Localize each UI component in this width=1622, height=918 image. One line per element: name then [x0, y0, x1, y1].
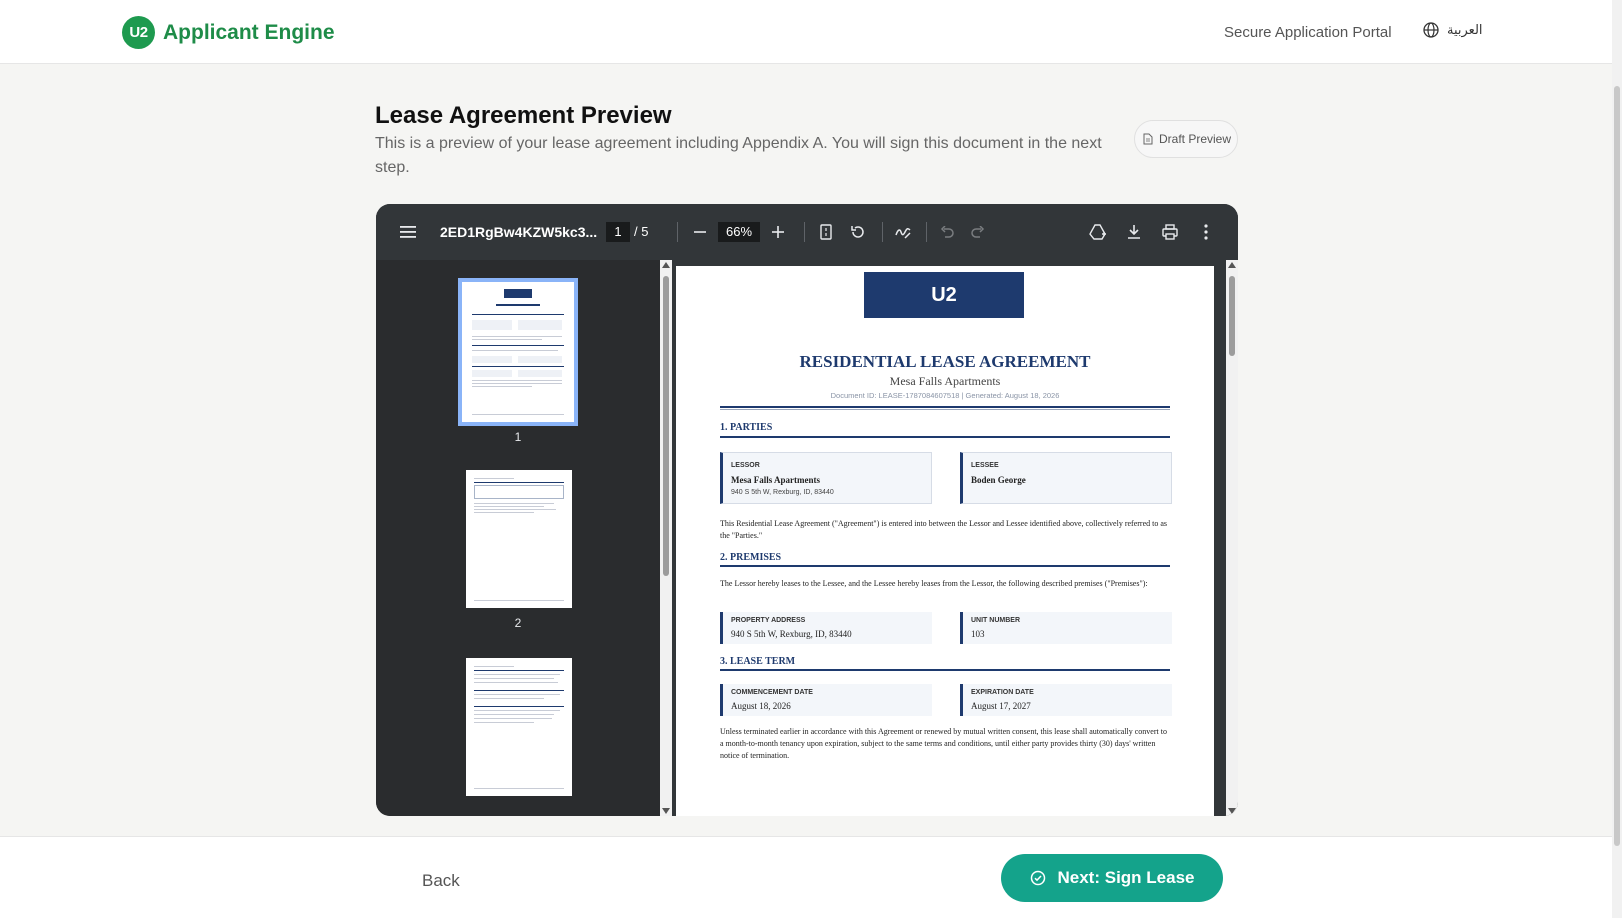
pdf-viewer: 2ED1RgBw4KZW5kc3... 1 / 5 66% 1 2 U2 RES… [376, 204, 1238, 816]
app-header: U2 Applicant Engine Secure Application P… [0, 0, 1612, 64]
back-button[interactable]: Back [422, 871, 460, 891]
unit-number-box: UNIT NUMBER 103 [960, 612, 1172, 644]
commencement-value: August 18, 2026 [731, 701, 791, 711]
document-id-line: Document ID: LEASE-1787084607518 | Gener… [830, 391, 1060, 400]
redo-icon[interactable] [966, 220, 990, 244]
thumbnail-page-3[interactable] [466, 658, 572, 796]
app-name: Applicant Engine [163, 20, 335, 44]
toolbar-divider [804, 222, 805, 242]
footer-action-bar: Back Next: Sign Lease [0, 836, 1612, 918]
lessor-address: 940 S 5th W, Rexburg, ID, 83440 [731, 489, 834, 496]
title-rule [720, 406, 1170, 408]
draft-preview-label: Draft Preview [1159, 131, 1232, 146]
menu-icon[interactable] [396, 220, 420, 244]
page-subtitle: This is a preview of your lease agreemen… [375, 135, 1102, 176]
scroll-down-arrow-icon[interactable] [662, 808, 670, 814]
property-address-label: PROPERTY ADDRESS [731, 617, 806, 624]
thumbnail-label: 1 [514, 430, 522, 444]
section-heading-premises: 2. PREMISES [720, 552, 782, 563]
thumbnail-scrollbar[interactable] [660, 260, 672, 816]
download-icon[interactable] [1122, 220, 1146, 244]
draft-preview-badge: Draft Preview [1134, 120, 1238, 158]
pdf-toolbar: 2ED1RgBw4KZW5kc3... 1 / 5 66% [376, 204, 1238, 260]
zoom-out-icon[interactable] [688, 220, 712, 244]
zoom-in-icon[interactable] [766, 220, 790, 244]
toolbar-divider [926, 222, 927, 242]
document-logo: U2 [864, 272, 1024, 318]
page-scrollbar[interactable] [1612, 0, 1622, 918]
scroll-up-arrow-icon[interactable] [662, 262, 670, 268]
parties-paragraph: This Residential Lease Agreement ("Agree… [720, 519, 1168, 540]
language-label: العربية [1447, 22, 1483, 37]
thumbnail-page-2[interactable] [466, 470, 572, 608]
page-title: Lease Agreement Preview [375, 102, 672, 129]
check-circle-icon [1030, 870, 1045, 886]
document-property-name: Mesa Falls Apartments [889, 374, 1001, 388]
lessee-label: LESSEE [971, 462, 999, 469]
document-page: U2 RESIDENTIAL LEASE AGREEMENT Mesa Fall… [676, 266, 1214, 816]
pdf-filename: 2ED1RgBw4KZW5kc3... [440, 224, 598, 240]
lessor-name: Mesa Falls Apartments [731, 475, 820, 485]
more-options-icon[interactable] [1194, 220, 1218, 244]
lessee-box: LESSEE Boden George [960, 452, 1172, 504]
title-rule-thin [720, 409, 1170, 410]
document-canvas: U2 RESIDENTIAL LEASE AGREEMENT Mesa Fall… [672, 260, 1226, 816]
document-title: RESIDENTIAL LEASE AGREEMENT [799, 352, 1091, 371]
annotate-icon[interactable] [891, 220, 915, 244]
next-sign-lease-button[interactable]: Next: Sign Lease [1001, 854, 1223, 902]
commencement-label: COMMENCEMENT DATE [731, 689, 813, 696]
page-number-input[interactable]: 1 [606, 222, 630, 242]
section-heading-parties: 1. PARTIES [720, 422, 773, 433]
thumbnail-sidebar: 1 2 [376, 260, 660, 816]
document-scrollbar-thumb[interactable] [1229, 276, 1235, 356]
thumbnail-label: 2 [514, 616, 522, 630]
undo-icon[interactable] [935, 220, 959, 244]
scroll-down-arrow-icon[interactable] [1228, 808, 1236, 814]
unit-number-label: UNIT NUMBER [971, 617, 1020, 624]
logo-mark: U2 [122, 16, 155, 49]
lessee-name: Boden George [971, 475, 1026, 485]
print-icon[interactable] [1158, 220, 1182, 244]
premises-paragraph: The Lessor hereby leases to the Lessee, … [720, 579, 1148, 588]
commencement-box: COMMENCEMENT DATE August 18, 2026 [720, 684, 932, 716]
thumbnail-page-1[interactable] [458, 278, 578, 426]
property-address-box: PROPERTY ADDRESS 940 S 5th W, Rexburg, I… [720, 612, 932, 644]
expiration-box: EXPIRATION DATE August 17, 2027 [960, 684, 1172, 716]
section-heading-lease-term: 3. LEASE TERM [720, 656, 796, 667]
property-address-value: 940 S 5th W, Rexburg, ID, 83440 [731, 629, 852, 639]
language-switcher[interactable]: العربية [1423, 22, 1483, 38]
page-count: / 5 [634, 224, 649, 239]
next-sign-lease-label: Next: Sign Lease [1057, 868, 1195, 887]
thumbnail-scrollbar-thumb[interactable] [663, 276, 669, 576]
logo[interactable]: U2 Applicant Engine [122, 16, 335, 49]
page-scrollbar-thumb[interactable] [1614, 86, 1620, 846]
drive-save-icon[interactable] [1086, 220, 1110, 244]
zoom-level-input[interactable]: 66% [718, 222, 760, 242]
portal-label: Secure Application Portal [1224, 24, 1392, 41]
lease-term-paragraph: Unless terminated earlier in accordance … [720, 727, 1167, 760]
rotate-icon[interactable] [846, 220, 870, 244]
fit-page-icon[interactable] [814, 220, 838, 244]
document-icon [1143, 133, 1153, 145]
lessor-box: LESSOR Mesa Falls Apartments 940 S 5th W… [720, 452, 932, 504]
expiration-label: EXPIRATION DATE [971, 689, 1034, 696]
expiration-value: August 17, 2027 [971, 701, 1031, 711]
toolbar-divider [882, 222, 883, 242]
unit-number-value: 103 [971, 629, 985, 639]
document-scrollbar[interactable] [1226, 260, 1238, 816]
section-rule [720, 669, 1170, 671]
scroll-up-arrow-icon[interactable] [1228, 262, 1236, 268]
globe-icon [1423, 22, 1439, 38]
lessor-label: LESSOR [731, 462, 760, 469]
section-rule [720, 436, 1170, 438]
section-rule [720, 565, 1170, 567]
toolbar-divider [677, 222, 678, 242]
